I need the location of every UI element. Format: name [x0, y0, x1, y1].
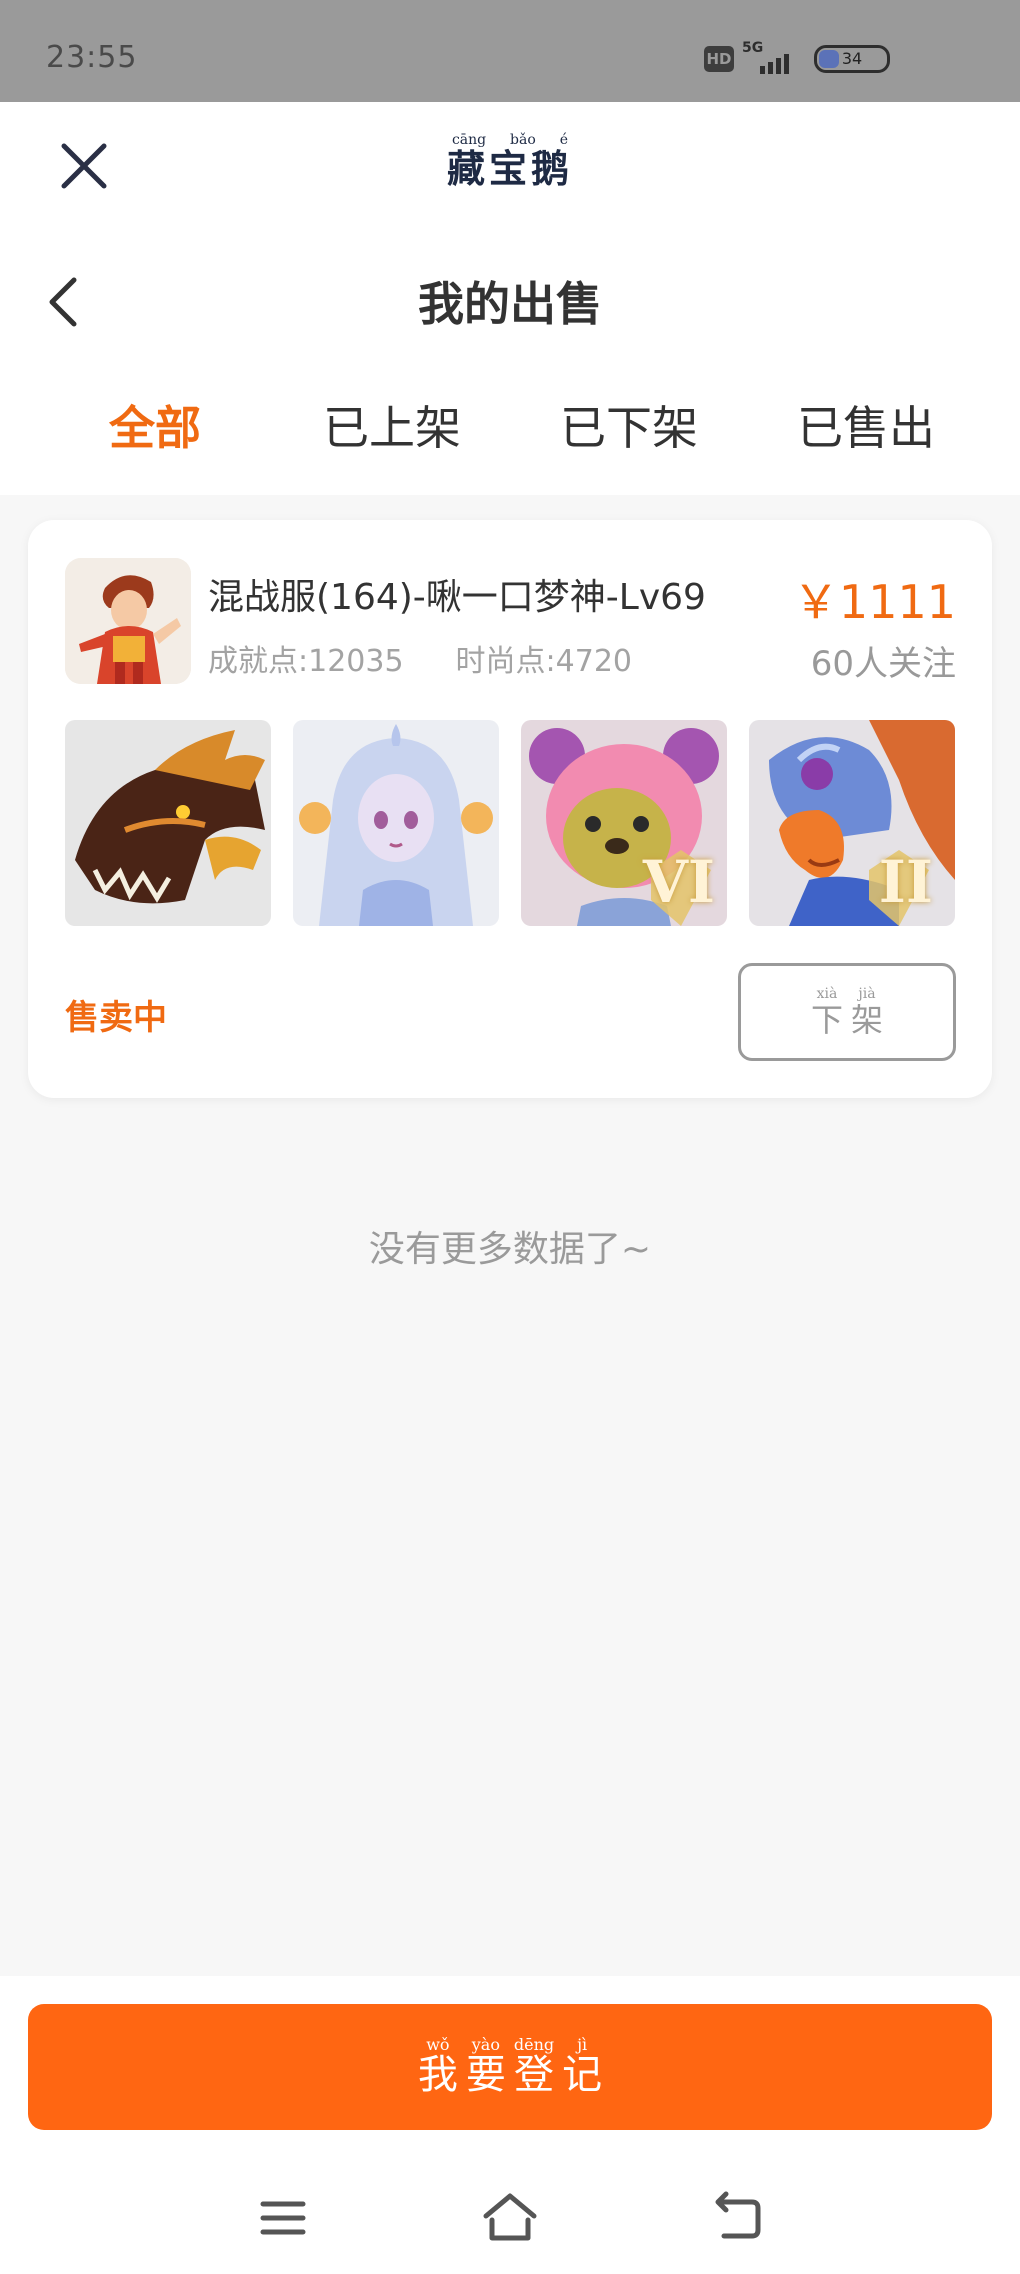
- pet-grade-badge: VI: [642, 848, 715, 916]
- battery-level: 34: [841, 49, 863, 68]
- brand-name: 藏宝鹅: [446, 146, 573, 191]
- ruby-pinyin: jì: [577, 2035, 588, 2054]
- back-nav-button[interactable]: [708, 2190, 768, 2246]
- tab-listed[interactable]: 已上架: [292, 392, 492, 458]
- header: cāng bǎo é 藏宝鹅 我的出售 全部 已上架 已下架 已售出: [0, 102, 1020, 495]
- ruby-char: 我: [417, 2052, 458, 2098]
- sale-status: 售卖中: [65, 998, 167, 1038]
- listing-title: 混战服(164)-啾一口梦神-Lv69: [208, 577, 706, 618]
- ruby-pinyin: yào: [471, 2035, 500, 2054]
- home-icon: [483, 2193, 537, 2241]
- character-icon: [65, 558, 191, 684]
- tab-sold[interactable]: 已售出: [766, 392, 966, 458]
- ruby-pinyin: dēng: [513, 2035, 555, 2054]
- ruby-char: 登: [513, 2052, 554, 2098]
- menu-nav-button[interactable]: [253, 2190, 313, 2246]
- close-icon: [61, 143, 107, 189]
- status-bar: 23:55 HD 5G 34: [0, 0, 1020, 102]
- register-button[interactable]: wǒ 我 yào 要 dēng 登 jì 记: [28, 2004, 992, 2130]
- listing-stats: 成就点:12035 时尚点:4720: [208, 636, 632, 680]
- follower-count: 60人关注: [810, 644, 956, 684]
- listing-price: ￥1111: [792, 575, 956, 629]
- status-time: 23:55: [46, 40, 138, 75]
- close-button[interactable]: [56, 138, 112, 194]
- signal-icon: 5G: [742, 40, 800, 74]
- pet-thumbnail[interactable]: II: [749, 720, 955, 926]
- tab-bar: 全部 已上架 已下架 已售出: [0, 392, 1020, 472]
- ruby-pinyin: jià: [858, 986, 876, 1002]
- menu-icon: [260, 2201, 306, 2235]
- listing-card[interactable]: 混战服(164)-啾一口梦神-Lv69 成就点:12035 时尚点:4720 ￥1…: [28, 520, 992, 1098]
- hd-icon: HD: [704, 46, 734, 72]
- ruby-pinyin: wǒ: [426, 2035, 450, 2054]
- dragon-pet-icon: [65, 720, 271, 926]
- pet-thumbnail[interactable]: VI: [521, 720, 727, 926]
- battery-icon: 34: [814, 45, 890, 73]
- page-title: 我的出售: [418, 277, 602, 331]
- home-nav-button[interactable]: [480, 2190, 540, 2246]
- delist-button[interactable]: xià 下 jià 架: [738, 963, 956, 1061]
- character-avatar: [65, 558, 191, 684]
- tab-delisted[interactable]: 已下架: [529, 392, 729, 458]
- back-arrow-icon: [715, 2191, 761, 2239]
- fashion-points: 时尚点:4720: [455, 644, 633, 679]
- brand-logo: cāng bǎo é 藏宝鹅: [440, 132, 580, 190]
- pet-thumbnails: VI II: [65, 720, 955, 926]
- pet-thumbnail[interactable]: [65, 720, 271, 926]
- achievement-points: 成就点:12035: [208, 644, 404, 679]
- no-more-data: 没有更多数据了~: [368, 1229, 652, 1270]
- fairy-pet-icon: [293, 720, 499, 926]
- ruby-char: 记: [562, 2052, 603, 2098]
- system-nav-bar: [0, 2160, 1020, 2274]
- ruby-char: 要: [465, 2052, 506, 2098]
- ruby-pinyin: xià: [816, 986, 838, 1002]
- ruby-char: 下: [810, 1001, 843, 1039]
- status-icons: HD 5G 34: [704, 40, 890, 74]
- pet-thumbnail[interactable]: [293, 720, 499, 926]
- tab-all[interactable]: 全部: [55, 392, 255, 458]
- pet-grade-badge: II: [878, 848, 933, 916]
- ruby-char: 架: [851, 1001, 884, 1039]
